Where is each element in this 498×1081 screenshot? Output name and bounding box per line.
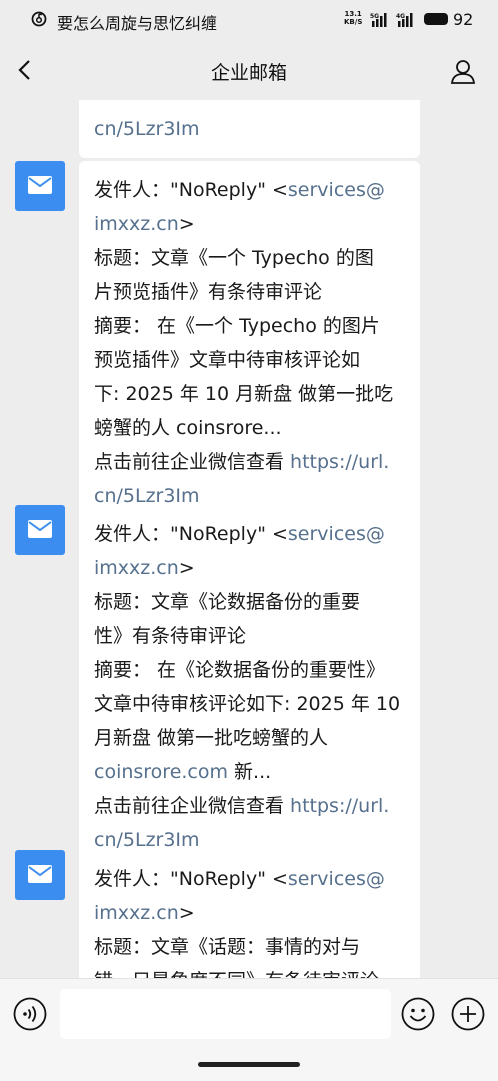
profile-icon[interactable]	[450, 58, 476, 84]
mail-icon	[28, 520, 52, 538]
view-link[interactable]: https://url.	[290, 795, 389, 817]
summary-line-cont: 螃蟹的人 coinsrore...	[94, 417, 282, 439]
subject-line-cont: 性》有条待审评论	[94, 625, 247, 647]
sender-line-cont: imxxz.cn>	[94, 213, 195, 235]
battery-icon	[424, 13, 448, 25]
sender-line: 发件人："NoReply" <services@	[94, 868, 385, 890]
home-indicator[interactable]	[198, 1062, 300, 1067]
subject-line: 标题：文章《论数据备份的重要	[94, 591, 361, 613]
summary-line-cont: 下: 2025 年 10 月新盘 做第一批吃	[94, 383, 394, 405]
signal-5g-icon: 5G	[370, 13, 387, 27]
sender-line: 发件人："NoReply" <services@	[94, 179, 385, 201]
email-link[interactable]: imxxz.cn	[94, 557, 179, 579]
mail-icon	[28, 176, 52, 194]
subject-line-cont: 错，只是角度不同》有条待审评论	[94, 964, 408, 978]
sender-line-cont: imxxz.cn>	[94, 902, 195, 924]
message-link[interactable]: cn/5Lzr3Im	[94, 112, 408, 146]
mail-icon	[28, 865, 52, 883]
status-bar: 要怎么周旋与思忆纠缠 13.1 KB/S 5G 4G 92	[0, 0, 498, 40]
message-input[interactable]	[60, 989, 391, 1039]
email-link[interactable]: services@	[288, 179, 385, 201]
svg-text:4G: 4G	[396, 13, 405, 20]
summary-line-cont: 预览插件》文章中待审核评论如	[94, 349, 361, 371]
composer-bar	[0, 978, 498, 1081]
view-link-line: 点击前往企业微信查看 https://url.	[94, 795, 390, 817]
message-bubble[interactable]: 发件人："NoReply" <services@ imxxz.cn> 标题：文章…	[79, 505, 420, 869]
voice-input-icon[interactable]	[13, 997, 47, 1031]
summary-line: 摘要： 在《一个 Typecho 的图片	[94, 315, 380, 337]
subject-line-cont: 片预览插件》有条待审评论	[94, 281, 323, 303]
sender-line-cont: imxxz.cn>	[94, 557, 195, 579]
sender-avatar[interactable]	[15, 505, 65, 555]
summary-line-cont: 文章中待审核评论如下: 2025 年 10	[94, 693, 401, 715]
summary-line-cont: 月新盘 做第一批吃螃蟹的人	[94, 727, 329, 749]
page-title: 企业邮箱	[210, 62, 287, 84]
sender-line: 发件人："NoReply" <services@	[94, 523, 385, 545]
email-link[interactable]: imxxz.cn	[94, 902, 179, 924]
netease-music-icon	[31, 11, 47, 27]
battery-level: 92	[453, 10, 474, 29]
add-more-icon[interactable]	[451, 997, 485, 1031]
view-link[interactable]: https://url.	[290, 451, 389, 473]
view-link-line: 点击前往企业微信查看 https://url.	[94, 451, 390, 473]
summary-line: 摘要： 在《论数据备份的重要性》	[94, 659, 386, 681]
domain-link[interactable]: coinsrore.com	[94, 761, 228, 783]
subject-line: 标题：文章《一个 Typecho 的图	[94, 247, 374, 269]
subject-line: 标题：文章《话题：事情的对与	[94, 936, 361, 958]
emoji-icon[interactable]	[401, 997, 435, 1031]
summary-line-cont: coinsrore.com 新...	[94, 761, 272, 783]
signal-4g-icon: 4G	[396, 13, 413, 27]
email-link[interactable]: services@	[288, 868, 385, 890]
message-bubble[interactable]: 发件人："NoReply" <services@ imxxz.cn> 标题：文章…	[79, 161, 420, 525]
sender-avatar[interactable]	[15, 850, 65, 900]
message-list[interactable]: cn/5Lzr3Im 发件人："NoReply" <services@ imxx…	[0, 100, 498, 978]
sender-avatar[interactable]	[15, 161, 65, 211]
network-speed: 13.1 KB/S	[344, 10, 363, 26]
message-bubble[interactable]: cn/5Lzr3Im	[79, 100, 420, 158]
email-link[interactable]: imxxz.cn	[94, 213, 179, 235]
message-bubble[interactable]: 发件人："NoReply" <services@ imxxz.cn> 标题：文章…	[79, 850, 420, 978]
now-playing-song: 要怎么周旋与思忆纠缠	[57, 14, 218, 33]
email-link[interactable]: services@	[288, 523, 385, 545]
svg-text:5G: 5G	[370, 13, 379, 20]
header: 企业邮箱	[0, 40, 498, 100]
